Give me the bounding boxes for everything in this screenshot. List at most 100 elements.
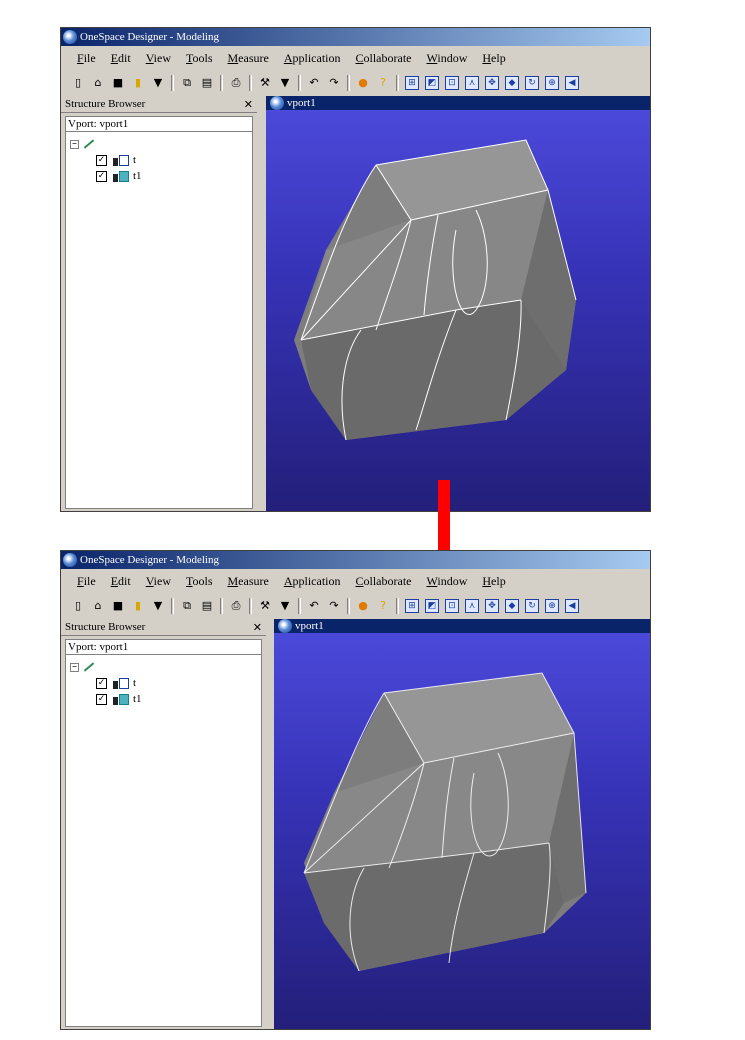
zoom-icon[interactable]: ⊕ xyxy=(545,599,559,613)
viewport-canvas[interactable] xyxy=(274,633,650,1029)
database-icon[interactable]: ▮ xyxy=(131,599,145,613)
save-icon[interactable]: ■ xyxy=(111,76,125,90)
redo-icon[interactable]: ↷ xyxy=(327,76,341,90)
filter-icon[interactable]: ⚒ xyxy=(258,599,272,613)
close-icon[interactable]: ✕ xyxy=(253,621,262,634)
tree-root[interactable]: − xyxy=(66,659,261,675)
info-icon[interactable]: ● xyxy=(356,76,370,90)
window-title: OneSpace Designer - Modeling xyxy=(80,554,219,566)
menu-help[interactable]: Help xyxy=(482,51,505,66)
collapse-icon[interactable]: − xyxy=(70,662,79,672)
viewport-logo-icon xyxy=(278,619,292,633)
viewport-title: vport1 xyxy=(287,97,316,109)
open-folder-icon[interactable]: ⌂ xyxy=(91,599,105,613)
zoom-area-icon[interactable]: ⊡ xyxy=(445,76,459,90)
pan-icon[interactable]: ✥ xyxy=(485,76,499,90)
toolbar-separator xyxy=(396,75,399,91)
menu-collaborate[interactable]: Collaborate xyxy=(356,51,412,66)
model-3d[interactable] xyxy=(274,633,650,1013)
viewport-title-bar: vport1 xyxy=(266,96,650,110)
menu-application[interactable]: Application xyxy=(284,574,341,589)
menu-edit[interactable]: Edit xyxy=(111,51,131,66)
view-orient-icon[interactable]: ◩ xyxy=(425,599,439,613)
copy-icon[interactable]: ⧉ xyxy=(180,76,194,90)
fit-view-icon[interactable]: ⊞ xyxy=(405,599,419,613)
toolbar-separator xyxy=(220,75,223,91)
database-icon[interactable]: ▮ xyxy=(131,76,145,90)
tree-root[interactable]: − xyxy=(66,136,252,152)
tree-item-t[interactable]: ✓ t xyxy=(66,675,261,691)
redo-icon[interactable]: ↷ xyxy=(327,599,341,613)
filter-icon[interactable]: ⚒ xyxy=(258,76,272,90)
menu-file[interactable]: File xyxy=(77,51,96,66)
menu-view[interactable]: View xyxy=(146,51,171,66)
menu-view[interactable]: View xyxy=(146,574,171,589)
view-orient-icon[interactable]: ◩ xyxy=(425,76,439,90)
visibility-checkbox[interactable]: ✓ xyxy=(96,170,107,182)
vport-label: Vport: vport1 xyxy=(66,640,261,655)
rotate-icon[interactable]: ↻ xyxy=(525,599,539,613)
axis-icon[interactable]: ⋏ xyxy=(465,599,479,613)
open-folder-icon[interactable]: ⌂ xyxy=(91,76,105,90)
new-file-icon[interactable]: ▯ xyxy=(71,599,85,613)
structure-browser-header: Structure Browser ✕ xyxy=(61,96,257,113)
menu-window[interactable]: Window xyxy=(427,51,468,66)
menu-file[interactable]: File xyxy=(77,574,96,589)
structure-tree-area: Vport: vport1 − ✓ t ✓ t1 xyxy=(65,116,253,509)
new-file-icon[interactable]: ▯ xyxy=(71,76,85,90)
close-icon[interactable]: ✕ xyxy=(244,98,253,111)
pan-icon[interactable]: ✥ xyxy=(485,599,499,613)
structure-tree: − ✓ t ✓ t1 xyxy=(66,132,252,184)
menu-tools[interactable]: Tools xyxy=(186,51,213,66)
toolbar-separator xyxy=(347,598,350,614)
zoom-area-icon[interactable]: ⊡ xyxy=(445,599,459,613)
axis-icon[interactable]: ⋏ xyxy=(465,76,479,90)
center-icon[interactable]: ◆ xyxy=(505,599,519,613)
menu-measure[interactable]: Measure xyxy=(228,51,269,66)
viewport-window[interactable]: vport1 xyxy=(274,619,650,1029)
help-icon[interactable]: ? xyxy=(376,76,390,90)
menu-application[interactable]: Application xyxy=(284,51,341,66)
undo-icon[interactable]: ↶ xyxy=(307,599,321,613)
visibility-checkbox[interactable]: ✓ xyxy=(96,693,107,705)
previous-view-icon[interactable]: ◀ xyxy=(565,599,579,613)
menu-window[interactable]: Window xyxy=(427,574,468,589)
dropdown-arrow-icon[interactable]: ▼ xyxy=(151,599,165,613)
tree-item-t[interactable]: ✓ t xyxy=(66,152,252,168)
paste-icon[interactable]: ▤ xyxy=(200,76,214,90)
previous-view-icon[interactable]: ◀ xyxy=(565,76,579,90)
viewport-title-bar: vport1 xyxy=(274,619,650,633)
menu-collaborate[interactable]: Collaborate xyxy=(356,574,412,589)
toolbar-separator xyxy=(396,598,399,614)
print-icon[interactable]: ⎙ xyxy=(229,76,243,90)
viewport-canvas[interactable] xyxy=(266,110,650,511)
print-icon[interactable]: ⎙ xyxy=(229,599,243,613)
visibility-checkbox[interactable]: ✓ xyxy=(96,154,107,166)
tree-item-t1[interactable]: ✓ t1 xyxy=(66,168,252,184)
dropdown-arrow-icon[interactable]: ▼ xyxy=(151,76,165,90)
copy-icon[interactable]: ⧉ xyxy=(180,599,194,613)
paste-icon[interactable]: ▤ xyxy=(200,599,214,613)
collapse-icon[interactable]: − xyxy=(70,139,79,149)
tree-item-t1[interactable]: ✓ t1 xyxy=(66,691,261,707)
dropdown-arrow-icon[interactable]: ▼ xyxy=(278,599,292,613)
menu-edit[interactable]: Edit xyxy=(111,574,131,589)
info-icon[interactable]: ● xyxy=(356,599,370,613)
toolbar-separator xyxy=(249,75,252,91)
menu-help[interactable]: Help xyxy=(482,574,505,589)
dropdown-arrow-icon[interactable]: ▼ xyxy=(278,76,292,90)
undo-icon[interactable]: ↶ xyxy=(307,76,321,90)
rotate-icon[interactable]: ↻ xyxy=(525,76,539,90)
menu-measure[interactable]: Measure xyxy=(228,574,269,589)
fit-view-icon[interactable]: ⊞ xyxy=(405,76,419,90)
save-icon[interactable]: ■ xyxy=(111,599,125,613)
part-name: t xyxy=(133,154,137,166)
menu-tools[interactable]: Tools xyxy=(186,574,213,589)
center-icon[interactable]: ◆ xyxy=(505,76,519,90)
visibility-checkbox[interactable]: ✓ xyxy=(96,677,107,689)
model-3d[interactable] xyxy=(266,110,650,500)
zoom-icon[interactable]: ⊕ xyxy=(545,76,559,90)
viewport-window[interactable]: vport1 xyxy=(266,96,650,511)
help-icon[interactable]: ? xyxy=(376,599,390,613)
toolbar-separator xyxy=(298,598,301,614)
